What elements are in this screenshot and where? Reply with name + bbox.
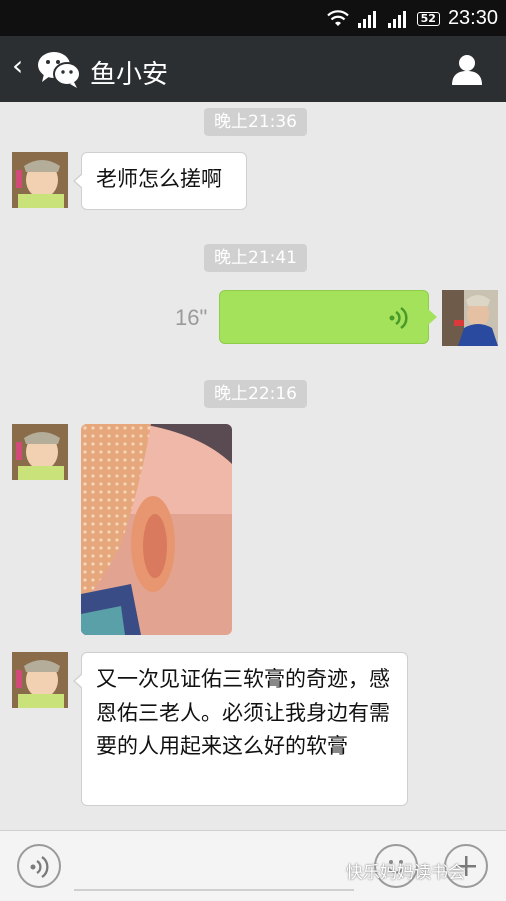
chat-title-bar: ‹ 鱼小安 — [0, 36, 506, 102]
contact-avatar[interactable] — [12, 424, 68, 480]
status-bar: 52 23:30 — [0, 0, 506, 36]
message-photo[interactable] — [81, 424, 232, 635]
voice-wave-icon — [389, 306, 408, 330]
message-bubble-text[interactable]: 老师怎么搓啊 — [73, 152, 247, 210]
wifi-icon — [326, 9, 349, 26]
back-button[interactable]: ‹ — [12, 52, 23, 80]
timestamp: 晚上22:16 — [204, 380, 307, 408]
message-input[interactable] — [74, 845, 354, 891]
signal-icon-2 — [387, 10, 406, 28]
timestamp: 晚上21:36 — [204, 108, 307, 136]
status-clock: 23:30 — [447, 7, 498, 29]
message-bubble-text[interactable]: 又一次见证佑三软膏的奇迹，感恩佑三老人。必须让我身边有需要的人用起来这么好的软膏 — [73, 652, 408, 806]
voice-icon — [30, 856, 49, 878]
contact-avatar[interactable] — [12, 152, 68, 208]
signal-icon — [357, 10, 376, 28]
contact-avatar[interactable] — [12, 652, 68, 708]
voice-message-bubble[interactable] — [219, 290, 437, 344]
wechat-logo-icon[interactable] — [36, 49, 82, 89]
watermark: 快乐妈妈读书会 — [346, 863, 465, 883]
my-avatar[interactable] — [442, 290, 498, 346]
voice-toggle-button[interactable] — [17, 844, 61, 888]
timestamp: 晚上21:41 — [204, 244, 307, 272]
battery-level: 52 — [416, 11, 440, 26]
voice-duration: 16" — [175, 305, 208, 330]
contact-info-icon[interactable] — [450, 52, 484, 86]
page-title: 鱼小安 — [90, 60, 169, 90]
